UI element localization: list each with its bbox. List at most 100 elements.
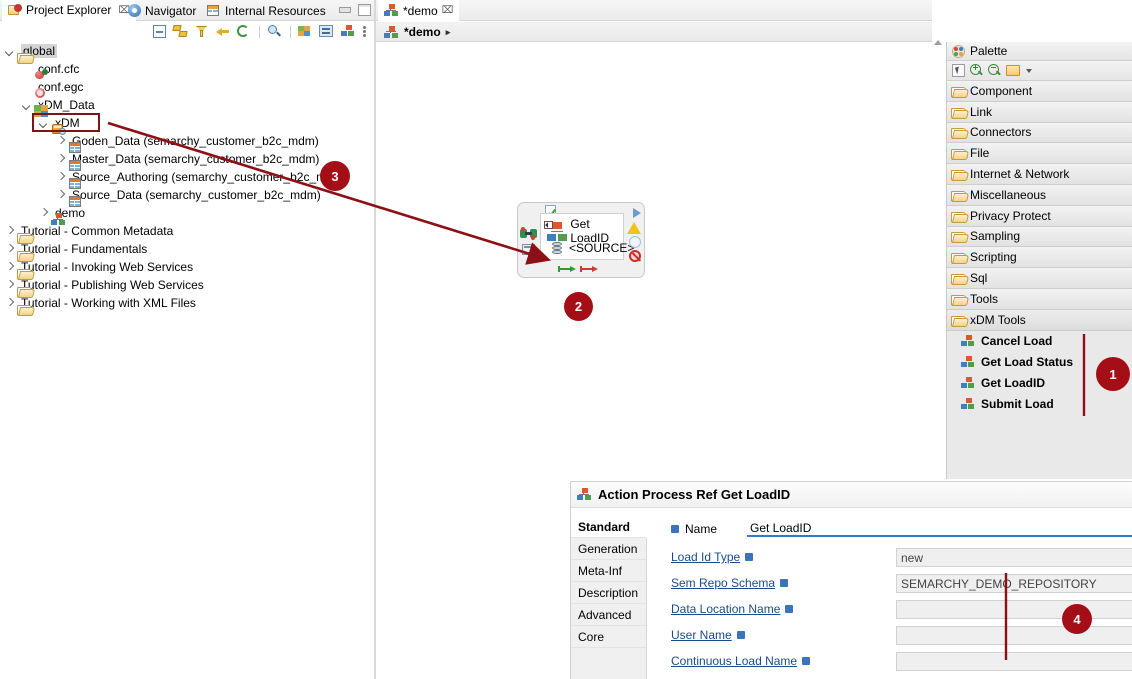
collapse-all-icon[interactable] [152, 24, 168, 39]
palette-drawer[interactable]: Component [947, 81, 1132, 102]
properties-tab[interactable]: Meta-Inf [571, 560, 646, 582]
tab-project-explorer[interactable]: Project Explorer ⌧ [2, 0, 136, 21]
tree-twisty-icon[interactable] [4, 224, 15, 238]
tree-twisty-icon[interactable] [38, 116, 49, 130]
close-icon[interactable]: ⌧ [442, 5, 454, 16]
tree-item[interactable]: conf.cfc [0, 60, 374, 78]
tree-twisty-icon[interactable] [38, 206, 49, 220]
tree-item[interactable]: global [0, 42, 374, 60]
tree-twisty-icon[interactable] [4, 260, 15, 274]
search-icon[interactable] [267, 24, 283, 39]
property-field-label[interactable]: Sem Repo Schema [671, 576, 789, 590]
process-icon [577, 488, 592, 501]
tree-item[interactable]: Source_Authoring (semarchy_customer_b2c_… [0, 168, 374, 189]
process-icon [384, 4, 399, 17]
tab-navigator[interactable]: Navigator [122, 0, 202, 21]
property-field-input[interactable] [896, 626, 1132, 645]
tree-twisty-icon[interactable] [4, 278, 15, 292]
tree-item[interactable]: Goden_Data (semarchy_customer_b2c_mdm) [0, 132, 374, 153]
property-field-input[interactable] [896, 600, 1132, 619]
palette-drawer[interactable]: Sql [947, 268, 1132, 289]
properties-tab[interactable]: Advanced [571, 604, 646, 626]
properties-tab[interactable]: Core [571, 626, 646, 648]
tree-item[interactable]: xDM_Data [0, 96, 374, 117]
tree-twisty-icon[interactable] [4, 296, 15, 310]
note-tool-icon[interactable] [1006, 65, 1020, 76]
palette-drawer[interactable]: xDM Tools [947, 309, 1132, 331]
select-tool-icon[interactable] [952, 64, 965, 77]
properties-tab[interactable]: Standard [571, 516, 647, 538]
tree-item[interactable]: Master_Data (semarchy_customer_b2c_mdm) [0, 150, 374, 171]
palette-drawer[interactable]: Sampling [947, 226, 1132, 248]
back-icon[interactable] [215, 24, 231, 39]
property-label-link[interactable]: Sem Repo Schema [671, 576, 775, 590]
chevron-down-icon[interactable] [1026, 68, 1032, 73]
tree-item[interactable]: Tutorial - Invoking Web Services [0, 258, 374, 276]
property-field-label[interactable]: Load Id Type [671, 550, 754, 564]
tree-twisty-icon[interactable] [4, 44, 15, 58]
refresh-icon[interactable] [236, 24, 252, 39]
palette-entry[interactable]: Cancel Load [947, 330, 1132, 352]
property-label-link[interactable]: Data Location Name [671, 602, 780, 616]
chevron-right-icon[interactable]: ▸ [446, 27, 451, 38]
name-input[interactable] [747, 520, 1132, 537]
property-label-link[interactable]: Continuous Load Name [671, 654, 797, 668]
tree-item[interactable]: conf.egc [0, 78, 374, 96]
tree-twisty-icon[interactable] [55, 134, 66, 148]
palette-drawer[interactable]: Connectors [947, 122, 1132, 144]
tree-item[interactable]: Source_Data (semarchy_customer_b2c_mdm) [0, 186, 374, 207]
palette-entry[interactable]: Submit Load [947, 393, 1132, 415]
project-explorer-tree[interactable]: global conf.cfc conf.egc xDM_Data xDM Goden_D… [0, 42, 374, 679]
tree-twisty-icon[interactable] [55, 152, 66, 166]
palette-drawer[interactable]: Scripting [947, 247, 1132, 269]
breadcrumb[interactable]: *demo ▸ [378, 22, 456, 42]
tree-item[interactable]: Tutorial - Publishing Web Services [0, 276, 374, 294]
filter-icon[interactable] [194, 24, 210, 39]
node-body[interactable]: Get LoadID <SOURCE> [540, 213, 634, 260]
property-field-input[interactable]: new [896, 548, 1132, 567]
import-icon[interactable] [319, 24, 335, 39]
link-with-editor-icon[interactable] [172, 24, 189, 39]
scroll-up-arrow-icon[interactable] [934, 40, 942, 45]
palette-drawer-label: File [970, 146, 990, 161]
property-field-input[interactable] [896, 652, 1132, 671]
zoom-out-tool-icon[interactable] [988, 64, 1001, 77]
property-label-link[interactable]: Load Id Type [671, 550, 740, 564]
properties-tab[interactable]: Generation [571, 538, 646, 560]
property-field-label[interactable]: User Name [671, 628, 745, 642]
tree-item[interactable]: Tutorial - Working with XML Files [0, 294, 374, 312]
palette-drawer[interactable]: Tools [947, 288, 1132, 310]
folder-icon [951, 251, 966, 265]
tree-twisty-icon[interactable] [55, 188, 66, 202]
properties-tab[interactable]: Description [571, 582, 646, 604]
palette-drawer[interactable]: Internet & Network [947, 164, 1132, 185]
tree-twisty-icon[interactable] [55, 170, 66, 184]
process-node-get-loadid[interactable]: Get LoadID <SOURCE> [517, 202, 645, 278]
palette-drawer-label: Miscellaneous [970, 187, 1047, 202]
palette-drawer[interactable]: Link [947, 101, 1132, 123]
tree-item[interactable]: xDM [0, 113, 374, 135]
new-process-icon[interactable] [340, 24, 356, 39]
palette-drawer[interactable]: Privacy Protect [947, 205, 1132, 227]
property-field-label[interactable]: Data Location Name [671, 602, 794, 616]
tree-item[interactable]: demo [0, 204, 374, 225]
minimize-icon[interactable] [338, 3, 351, 15]
palette-drawer[interactable]: Miscellaneous [947, 184, 1132, 206]
tree-twisty-icon[interactable] [21, 98, 32, 112]
tab-demo-editor[interactable]: *demo ⌧ [378, 0, 460, 21]
new-resource-icon[interactable] [298, 24, 314, 39]
editor-vertical-scrollbar[interactable] [932, 36, 944, 479]
palette-drawer-label: Component [970, 83, 1033, 98]
run-marker-icon [633, 208, 641, 218]
property-field-input[interactable]: SEMARCHY_DEMO_REPOSITORY [896, 574, 1132, 593]
view-menu-icon[interactable] [361, 24, 368, 39]
property-label-link[interactable]: User Name [671, 628, 732, 642]
tree-twisty-icon[interactable] [4, 242, 15, 256]
properties-tab-list[interactable]: Standard Generation Meta-Inf Description Adv… [571, 516, 647, 679]
tab-internal-resources[interactable]: Internal Resources [201, 0, 332, 21]
zoom-in-tool-icon[interactable] [970, 64, 983, 77]
maximize-icon[interactable] [357, 3, 371, 16]
palette-drawer[interactable]: File [947, 143, 1132, 165]
tree-item[interactable]: Tutorial - Fundamentals [0, 240, 374, 258]
property-field-label[interactable]: Continuous Load Name [671, 654, 811, 668]
